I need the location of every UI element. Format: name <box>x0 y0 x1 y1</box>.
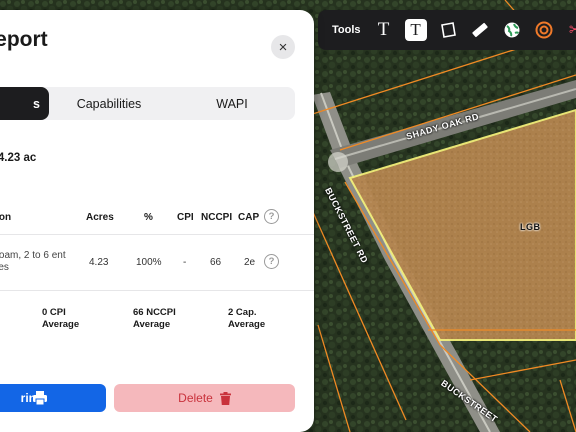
column-header-nccpi: NCCPI <box>201 212 233 223</box>
help-icon[interactable]: ? <box>264 209 279 224</box>
acreage-summary: ry: 4.23 ac <box>0 152 37 164</box>
tools-toolbar: Tools T T ✂ <box>318 10 576 50</box>
cell-acres: 4.23 <box>89 257 109 268</box>
tab-soils[interactable]: s <box>0 87 49 120</box>
delete-button-label: Delete <box>178 391 213 405</box>
cap-average: 2 Cap. Average <box>228 307 266 330</box>
text-tool-icon[interactable]: T <box>373 19 395 41</box>
trash-icon <box>219 391 231 405</box>
toolbar-label: Tools <box>332 24 361 36</box>
report-panel: Report × s Capabilities WAPI ry: 4.23 ac… <box>0 10 314 432</box>
radius-tool-icon[interactable] <box>533 19 555 41</box>
print-icon <box>33 391 47 406</box>
scissors-tool-icon[interactable]: ✂ <box>565 19 576 41</box>
cpi-average: 0 CPI Average <box>42 307 80 330</box>
column-header-cpi: CPI <box>177 212 194 223</box>
cell-nccpi: 66 <box>210 257 222 268</box>
polygon-tool-icon[interactable] <box>437 19 459 41</box>
column-header-percent: % <box>144 212 153 223</box>
divider <box>0 234 314 235</box>
nccpi-average: 66 NCCPI Average <box>133 307 176 330</box>
help-icon[interactable]: ? <box>264 254 279 269</box>
globe-tool-icon[interactable] <box>501 19 523 41</box>
close-button[interactable]: × <box>271 35 295 59</box>
cell-cap: 2e <box>244 257 256 268</box>
tab-wapi[interactable]: WAPI <box>169 87 295 120</box>
column-header-description: ription <box>0 212 12 223</box>
column-header-acres: Acres <box>86 212 114 223</box>
tab-capabilities[interactable]: Capabilities <box>49 87 169 120</box>
report-tabs: s Capabilities WAPI <box>0 87 295 120</box>
cell-percent: 100% <box>136 257 162 268</box>
ruler-tool-icon[interactable] <box>469 19 491 41</box>
cell-cpi: - <box>183 257 187 268</box>
delete-button[interactable]: Delete <box>114 384 295 412</box>
soil-unit-label: LGB <box>520 222 541 232</box>
close-icon: × <box>278 38 288 56</box>
divider <box>0 290 314 291</box>
column-header-cap: CAP <box>238 212 260 223</box>
text-box-tool-icon[interactable]: T <box>404 19 427 41</box>
print-button[interactable]: rint <box>0 384 106 412</box>
panel-title: Report <box>0 28 48 51</box>
soil-description: um loam, 2 to 6 ent slopes <box>0 250 66 273</box>
